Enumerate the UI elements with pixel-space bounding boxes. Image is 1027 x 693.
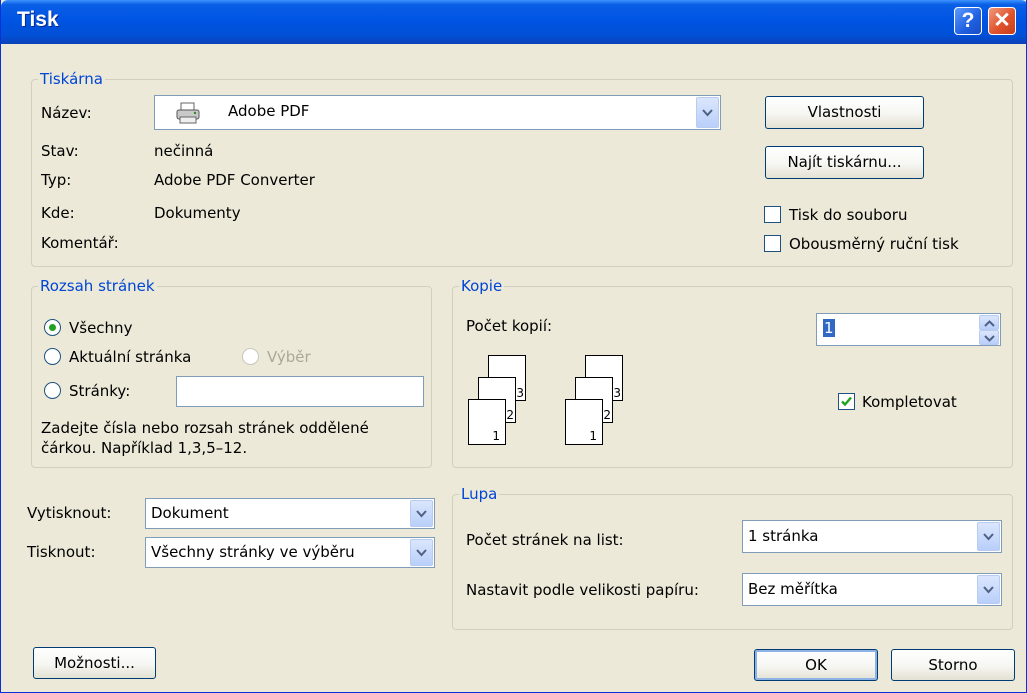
manual-duplex-label[interactable]: Obousměrný ruční tisk bbox=[789, 234, 959, 254]
chevron-down-icon bbox=[416, 509, 427, 517]
printer-icon bbox=[176, 102, 200, 124]
chevron-down-icon bbox=[416, 548, 427, 556]
print-what-value: Dokument bbox=[151, 504, 229, 522]
print-pages-dropdown-button[interactable] bbox=[410, 539, 433, 566]
where-label: Kde: bbox=[41, 204, 75, 222]
radio-current-page[interactable] bbox=[44, 348, 61, 365]
where-value: Dokumenty bbox=[154, 204, 241, 222]
print-pages-select[interactable]: Všechny stránky ve výběru bbox=[145, 537, 435, 568]
radio-current-page-label[interactable]: Aktuální stránka bbox=[69, 347, 191, 367]
chevron-up-icon bbox=[984, 320, 995, 327]
properties-button[interactable]: Vlastnosti bbox=[765, 96, 924, 129]
manual-duplex-checkbox[interactable] bbox=[764, 235, 781, 252]
radio-all-pages-label[interactable]: Všechny bbox=[69, 318, 132, 338]
printer-name-value: Adobe PDF bbox=[228, 102, 310, 120]
print-to-file-label[interactable]: Tisk do souboru bbox=[789, 205, 907, 225]
pages-per-sheet-select[interactable]: 1 stránka bbox=[742, 520, 1002, 553]
pages-per-sheet-dropdown-button[interactable] bbox=[977, 522, 1000, 551]
cancel-button-label: Storno bbox=[928, 656, 978, 674]
title-bar: Tisk ? ✕ bbox=[1, 0, 1026, 44]
find-printer-button[interactable]: Najít tiskárnu... bbox=[765, 146, 924, 179]
checkmark-icon bbox=[841, 396, 852, 407]
comment-label: Komentář: bbox=[41, 234, 119, 252]
page-sheet: 1 bbox=[565, 399, 603, 445]
copies-count-label: Počet kopií: bbox=[466, 317, 553, 335]
copies-group-label: Kopie bbox=[459, 276, 505, 296]
pages-per-sheet-value: 1 stránka bbox=[748, 527, 819, 545]
ok-button[interactable]: OK bbox=[754, 649, 878, 681]
status-value: nečinná bbox=[154, 142, 214, 160]
print-pages-value: Všechny stránky ve výběru bbox=[151, 543, 355, 561]
status-label: Stav: bbox=[41, 142, 79, 160]
sheet-number: 3 bbox=[516, 386, 524, 400]
copies-spinner-buttons bbox=[979, 315, 999, 345]
chevron-down-icon bbox=[984, 335, 995, 342]
cancel-button[interactable]: Storno bbox=[891, 649, 1015, 681]
print-dialog: Tisk ? ✕ Tiskárna Název: Adobe PDF Vlast… bbox=[0, 0, 1027, 693]
printer-group-label: Tiskárna bbox=[38, 69, 105, 89]
copies-count-spinner[interactable]: 1 bbox=[816, 313, 1001, 346]
print-what-select[interactable]: Dokument bbox=[145, 498, 435, 529]
ok-button-label: OK bbox=[805, 656, 827, 674]
sheet-number: 3 bbox=[613, 386, 621, 400]
collate-label[interactable]: Kompletovat bbox=[862, 392, 957, 412]
page-sheet: 1 bbox=[468, 399, 506, 445]
page-range-group-label: Rozsah stránek bbox=[38, 276, 157, 296]
sheet-number: 1 bbox=[589, 429, 597, 443]
spin-up-button[interactable] bbox=[979, 315, 999, 330]
collate-stack-1: 3 2 1 bbox=[468, 355, 548, 447]
print-pages-label: Tisknout: bbox=[27, 543, 96, 561]
chevron-down-icon bbox=[702, 108, 713, 116]
zoom-group-label: Lupa bbox=[459, 484, 500, 504]
scale-to-paper-value: Bez měřítka bbox=[748, 580, 838, 598]
print-what-label: Vytisknout: bbox=[27, 504, 112, 522]
dialog-title: Tisk bbox=[17, 8, 59, 31]
sheet-number: 2 bbox=[506, 408, 514, 422]
properties-button-label: Vlastnosti bbox=[807, 103, 882, 121]
radio-selection-label: Výběr bbox=[267, 348, 311, 366]
scale-to-paper-select[interactable]: Bez měřítka bbox=[742, 573, 1002, 606]
scale-to-paper-dropdown-button[interactable] bbox=[977, 575, 1000, 604]
collate-checkbox[interactable] bbox=[838, 393, 855, 410]
pages-input[interactable] bbox=[176, 376, 424, 407]
collate-stack-2: 3 2 1 bbox=[565, 355, 645, 447]
print-what-dropdown-button[interactable] bbox=[410, 500, 433, 527]
radio-all-pages[interactable] bbox=[44, 319, 61, 336]
chevron-down-icon bbox=[983, 532, 994, 540]
sheet-number: 1 bbox=[492, 429, 500, 443]
find-printer-button-label: Najít tiskárnu... bbox=[787, 153, 902, 171]
options-button[interactable]: Možnosti... bbox=[33, 647, 156, 679]
radio-selected-dot bbox=[49, 324, 56, 331]
zoom-group: Lupa bbox=[452, 484, 1013, 630]
printer-name-select[interactable]: Adobe PDF bbox=[154, 95, 721, 130]
type-value: Adobe PDF Converter bbox=[154, 171, 315, 189]
pages-per-sheet-label: Počet stránek na list: bbox=[466, 531, 624, 549]
chevron-down-icon bbox=[983, 585, 994, 593]
options-button-label: Možnosti... bbox=[54, 654, 135, 672]
copies-count-value: 1 bbox=[823, 319, 835, 337]
printer-dropdown-button[interactable] bbox=[696, 97, 719, 128]
close-button[interactable]: ✕ bbox=[988, 7, 1016, 35]
help-button[interactable]: ? bbox=[954, 7, 982, 35]
scale-to-paper-label: Nastavit podle velikosti papíru: bbox=[466, 581, 699, 599]
radio-pages-label[interactable]: Stránky: bbox=[69, 381, 130, 401]
page-range-hint: Zadejte čísla nebo rozsah stránek odděle… bbox=[41, 419, 369, 457]
radio-pages[interactable] bbox=[44, 382, 61, 399]
printer-name-label: Název: bbox=[41, 104, 92, 122]
type-label: Typ: bbox=[41, 171, 72, 189]
spin-down-button[interactable] bbox=[979, 330, 999, 345]
radio-selection bbox=[242, 348, 259, 365]
print-to-file-checkbox[interactable] bbox=[764, 206, 781, 223]
sheet-number: 2 bbox=[603, 408, 611, 422]
